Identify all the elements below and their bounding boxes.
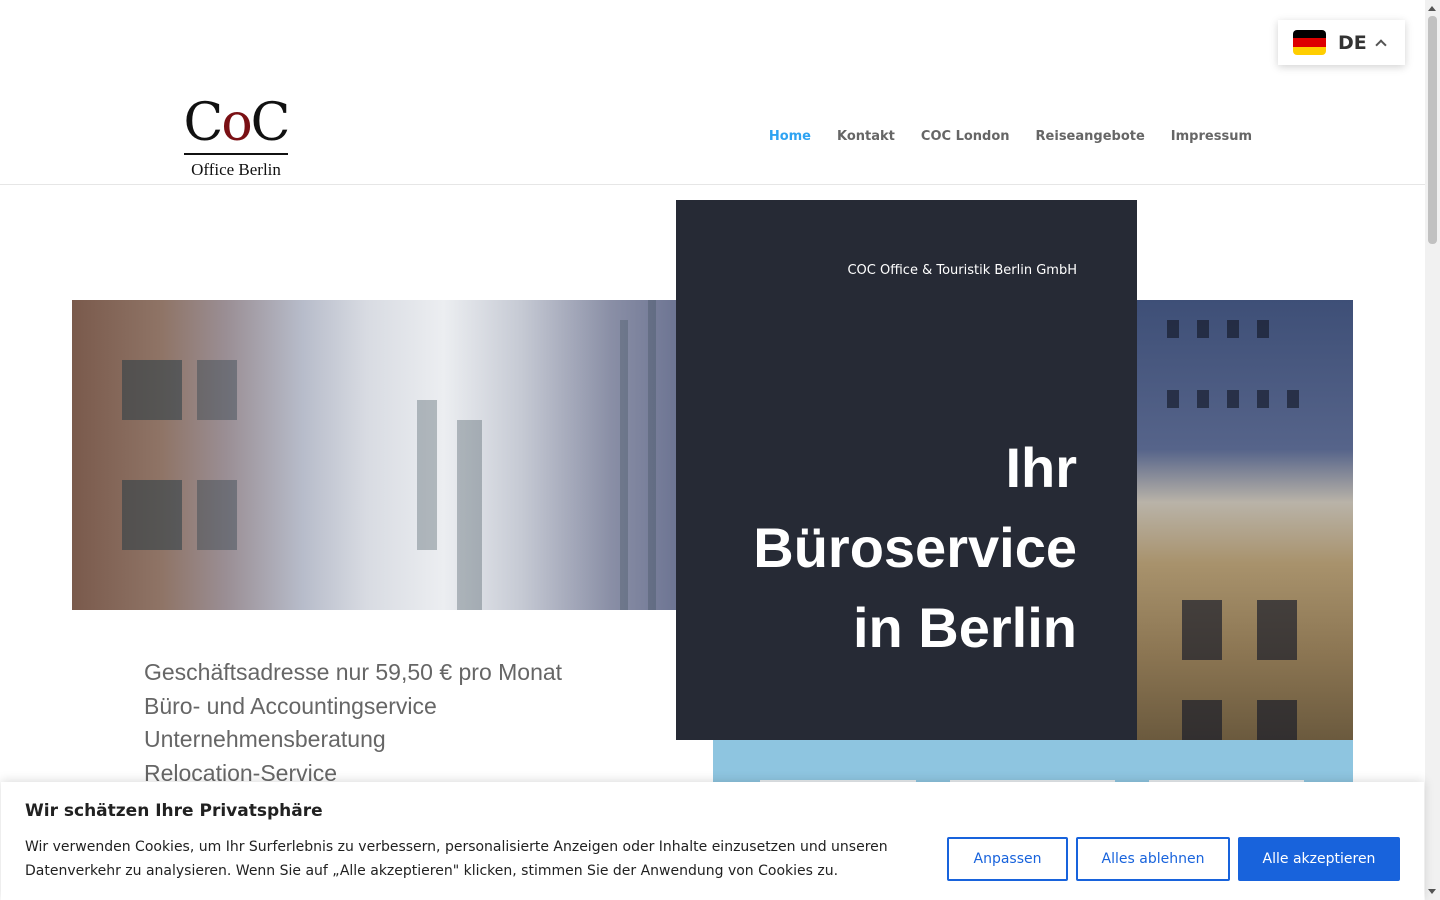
hero-panel: COC Office & Touristik Berlin GmbH Ihr B…	[676, 200, 1137, 740]
nav-reiseangebote[interactable]: Reiseangebote	[1036, 129, 1145, 144]
reject-all-button[interactable]: Alles ablehnen	[1076, 837, 1230, 881]
site-header: CoC Office Berlin Home Kontakt COC Londo…	[0, 0, 1425, 185]
german-flag-icon	[1293, 30, 1326, 55]
accept-all-button[interactable]: Alle akzeptieren	[1238, 837, 1400, 881]
customize-button[interactable]: Anpassen	[947, 837, 1068, 881]
hero-title-line: in Berlin	[852, 596, 1077, 659]
logo-subtitle: Office Berlin	[191, 160, 281, 179]
scrollbar-thumb[interactable]	[1428, 16, 1437, 244]
service-item: Unternehmensberatung	[144, 726, 386, 752]
cookie-title: Wir schätzen Ihre Privatsphäre	[25, 801, 323, 821]
page-scrollbar[interactable]	[1425, 0, 1440, 900]
nav-impressum[interactable]: Impressum	[1171, 129, 1252, 144]
language-code: DE	[1338, 31, 1367, 54]
chevron-up-icon	[1375, 38, 1387, 51]
hero-image-right	[1137, 300, 1353, 740]
main-navigation: Home Kontakt COC London Reiseangebote Im…	[769, 129, 1252, 144]
cookie-banner: Wir schätzen Ihre Privatsphäre Wir verwe…	[1, 782, 1424, 900]
nav-home[interactable]: Home	[769, 129, 811, 144]
hero-title: Ihr Büroservice in Berlin	[753, 428, 1077, 668]
logo-mark: CoC	[183, 93, 291, 153]
nav-kontakt[interactable]: Kontakt	[837, 129, 895, 144]
language-switcher[interactable]: DE	[1278, 20, 1405, 65]
hero-title-line: Ihr	[1005, 436, 1077, 499]
hero-title-line: Büroservice	[753, 516, 1077, 579]
hero-image-left	[72, 300, 713, 610]
site-logo[interactable]: CoC Office Berlin	[183, 93, 291, 180]
service-item: Geschäftsadresse nur 59,50 € pro Monat	[144, 659, 563, 685]
scroll-up-arrow-icon[interactable]	[1428, 6, 1436, 11]
services-list: Geschäftsadresse nur 59,50 € pro Monat B…	[144, 656, 562, 790]
logo-divider	[184, 153, 288, 155]
nav-coc-london[interactable]: COC London	[921, 129, 1010, 144]
cookie-description: Wir verwenden Cookies, um Ihr Surferlebn…	[25, 839, 888, 879]
service-item: Büro- und Accountingservice	[144, 692, 437, 719]
scroll-down-arrow-icon[interactable]	[1428, 889, 1436, 894]
company-name: COC Office & Touristik Berlin GmbH	[847, 263, 1077, 278]
